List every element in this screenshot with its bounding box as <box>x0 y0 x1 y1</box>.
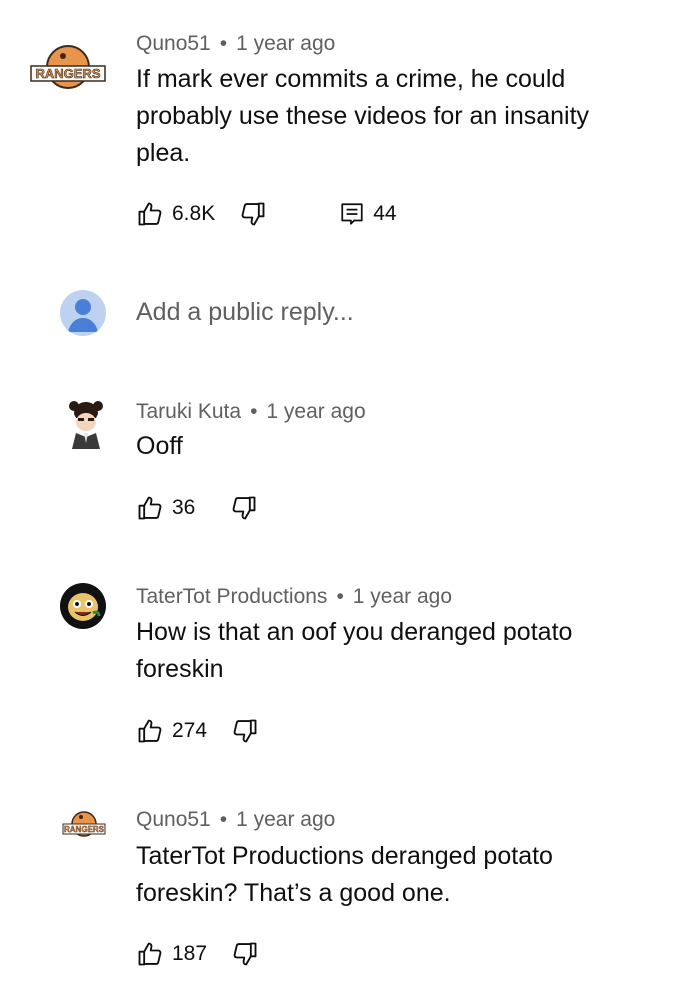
comment-author[interactable]: Quno51 <box>136 808 211 831</box>
character-avatar-icon[interactable] <box>64 400 108 452</box>
meta-separator: • <box>336 585 344 608</box>
comment-time[interactable]: 1 year ago <box>266 400 365 423</box>
meta-separator: • <box>250 400 258 423</box>
comment-actions: 274 <box>136 717 259 745</box>
reply-box: Add a public reply... <box>0 285 700 345</box>
dislike-icon[interactable] <box>231 940 259 968</box>
like-count: 36 <box>172 496 196 519</box>
comment-text: If mark ever commits a crime, he could p… <box>136 65 590 167</box>
tatertot-avatar-icon[interactable] <box>60 583 106 629</box>
comment-author[interactable]: Quno51 <box>136 32 211 55</box>
comment-actions: 187 <box>136 940 259 968</box>
user-avatar-icon <box>60 290 106 336</box>
like-icon[interactable] <box>136 940 164 968</box>
dislike-icon[interactable] <box>231 717 259 745</box>
like-count: 187 <box>172 942 208 965</box>
comment-text: Ooff <box>136 432 183 460</box>
comment-meta: Quno51 • 1 year ago <box>136 808 335 832</box>
meta-separator: • <box>219 808 228 831</box>
dislike-icon[interactable] <box>239 200 267 228</box>
comment-time[interactable]: 1 year ago <box>236 32 335 55</box>
like-count: 274 <box>172 719 208 742</box>
reply-input[interactable]: Add a public reply... <box>136 298 354 327</box>
comment-author[interactable]: Taruki Kuta <box>136 400 241 423</box>
reply-count[interactable]: 44 <box>373 202 396 226</box>
like-count: 6.8K <box>172 202 216 225</box>
like-icon[interactable] <box>136 717 164 745</box>
comment-meta: Taruki Kuta • 1 year ago <box>136 400 366 424</box>
rangers-logo-icon[interactable]: RANGERS <box>30 44 106 94</box>
comment-actions: 6.8K 44 <box>136 200 397 228</box>
comment-meta: TaterTot Productions • 1 year ago <box>136 585 452 609</box>
comment-author[interactable]: TaterTot Productions <box>136 585 327 608</box>
rangers-logo-text: RANGERS <box>35 66 100 81</box>
comment-thread-4: RANGERS Quno51 • 1 year ago TaterTot Produ… <box>0 798 700 988</box>
meta-separator: • <box>219 32 228 55</box>
reply-icon[interactable] <box>339 201 365 227</box>
comment-text: TaterTot Productions deranged potato for… <box>136 842 553 907</box>
dislike-icon[interactable] <box>230 494 258 522</box>
comment-actions: 36 <box>136 494 258 522</box>
like-icon[interactable] <box>136 200 164 228</box>
rangers-logo-text: RANGERS <box>64 825 105 834</box>
comment-meta: Quno51 • 1 year ago <box>136 32 335 56</box>
like-icon[interactable] <box>136 494 164 522</box>
comment-thread-2: Taruki Kuta • 1 year ago Ooff 36 <box>0 390 700 540</box>
comment-text: How is that an oof you deranged potato f… <box>136 618 573 683</box>
comment-thread-1: RANGERS Quno51 • 1 year ago If mark ever c… <box>0 0 700 260</box>
comment-time[interactable]: 1 year ago <box>353 585 452 608</box>
comment-time[interactable]: 1 year ago <box>236 808 335 831</box>
comment-thread-3: TaterTot Productions • 1 year ago How is t… <box>0 575 700 765</box>
rangers-logo-icon[interactable]: RANGERS <box>62 810 106 842</box>
